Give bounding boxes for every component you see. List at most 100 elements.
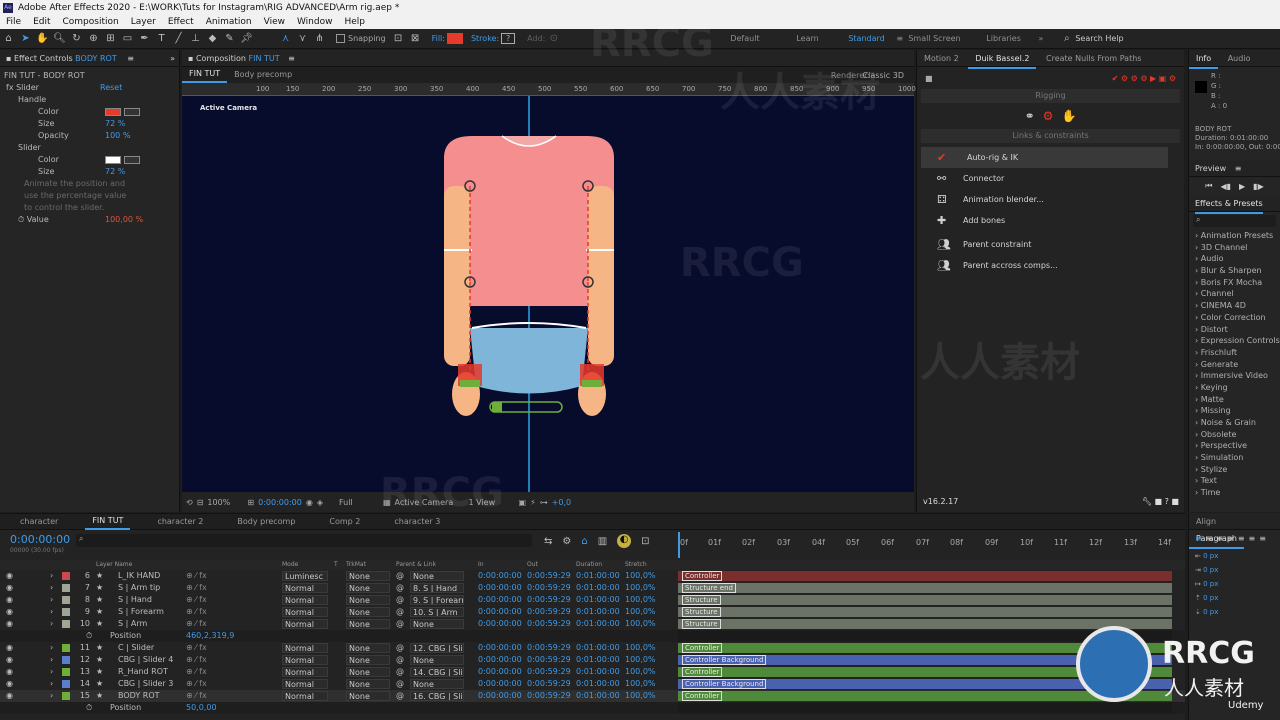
reset-link[interactable]: Reset xyxy=(100,82,122,94)
parent-dropdown[interactable]: 16. CBG | Slid xyxy=(410,691,464,701)
world-axis-icon[interactable]: ⋎ xyxy=(296,32,309,45)
effects-category[interactable]: › Immersive Video xyxy=(1189,370,1280,382)
effects-category[interactable]: › Blur & Sharpen xyxy=(1189,265,1280,277)
parent-dropdown[interactable]: 12. CBG | Slid xyxy=(410,643,464,653)
timecode-display[interactable]: 0:00:00:00 xyxy=(258,498,302,507)
in-point[interactable]: 0:00:00:00 xyxy=(478,654,522,666)
expand-twirl-icon[interactable]: › xyxy=(50,606,53,618)
mode-dropdown[interactable]: Normal xyxy=(282,619,328,629)
layer-duration-bar[interactable]: Structure xyxy=(678,595,1172,605)
layer-switches[interactable]: ⊕ ⁄ fx xyxy=(186,594,207,606)
pickwhip-icon[interactable]: @ xyxy=(396,678,404,690)
effects-category[interactable]: › Audio xyxy=(1189,253,1280,265)
tab-body-precomp[interactable]: Body precomp xyxy=(230,515,302,529)
align-center-icon[interactable]: ≡ xyxy=(1206,534,1213,543)
duration[interactable]: 0:01:00:00 xyxy=(576,690,620,702)
flowchart-icon[interactable]: ⊶ xyxy=(540,498,548,507)
camera-tool-icon[interactable]: ⊕ xyxy=(87,32,100,45)
out-point[interactable]: 0:00:59:29 xyxy=(527,606,571,618)
tab-effects-presets[interactable]: Effects & Presets xyxy=(1195,195,1263,214)
layer-duration-bar[interactable]: Structure xyxy=(678,619,1172,629)
expand-twirl-icon[interactable]: › xyxy=(50,582,53,594)
stretch[interactable]: 100,0% xyxy=(625,642,656,654)
comp-menu-icon[interactable]: ≡ xyxy=(288,54,295,63)
col-parent[interactable]: Parent & Link xyxy=(396,560,436,570)
home-icon[interactable]: ⌂ xyxy=(2,32,15,45)
mode-dropdown[interactable]: Luminesc xyxy=(282,571,328,581)
visibility-eye-icon[interactable]: ◉ xyxy=(6,606,13,618)
effects-category[interactable]: › Keying xyxy=(1189,382,1280,394)
next-frame-icon[interactable]: ▮▶ xyxy=(1253,182,1264,191)
toggle-pixel-icon[interactable]: ▣ xyxy=(519,498,527,507)
property-row[interactable]: ⏱ Position 460,2,319,9 xyxy=(0,630,1185,642)
indent-first-row[interactable]: ↦ 0 px xyxy=(1195,577,1274,591)
trkmat-dropdown[interactable]: None xyxy=(346,643,390,653)
eraser-tool-icon[interactable]: ◆ xyxy=(206,32,219,45)
lock-icon[interactable]: ▪ xyxy=(6,54,14,63)
layer-row[interactable]: ◉ › 14 ★ CBG | Slider 3 ⊕ ⁄ fx Normal None @ None… xyxy=(0,678,1185,690)
playhead[interactable] xyxy=(678,532,680,558)
effects-category[interactable]: › Perspective xyxy=(1189,440,1280,452)
effects-category[interactable]: › Text xyxy=(1189,475,1280,487)
pickwhip-icon[interactable]: @ xyxy=(396,618,404,630)
col-stretch[interactable]: Stretch xyxy=(625,560,647,570)
menu-help[interactable]: Help xyxy=(338,16,371,29)
parent-dropdown[interactable]: None xyxy=(410,619,464,629)
menu-layer[interactable]: Layer xyxy=(125,16,162,29)
effects-category[interactable]: › Noise & Grain xyxy=(1189,417,1280,429)
pickwhip-icon[interactable]: @ xyxy=(396,642,404,654)
out-point[interactable]: 0:00:59:29 xyxy=(527,594,571,606)
layer-row[interactable]: ◉ › 8 ★ S | Hand ⊕ ⁄ fx Normal None @9. S | Fore… xyxy=(0,594,1185,606)
handle-opacity-value[interactable]: 100 % xyxy=(105,130,130,142)
graph-editor-icon[interactable]: ⊡ xyxy=(641,536,649,547)
mode-dropdown[interactable]: Normal xyxy=(282,583,328,593)
effects-category[interactable]: › Obsolete xyxy=(1189,429,1280,441)
layer-name[interactable]: CBG | Slider 4 xyxy=(118,654,173,666)
col-t[interactable]: T xyxy=(334,560,338,570)
effects-category[interactable]: › Generate xyxy=(1189,359,1280,371)
effects-search-input[interactable]: ⌕ xyxy=(1193,215,1276,227)
duration[interactable]: 0:01:00:00 xyxy=(576,606,620,618)
visibility-eye-icon[interactable]: ◉ xyxy=(6,570,13,582)
keyframe-track[interactable] xyxy=(678,703,1172,713)
comp-flowchart-icon[interactable]: ⇆ xyxy=(544,536,552,547)
mode-dropdown[interactable]: Normal xyxy=(282,667,328,677)
visibility-eye-icon[interactable]: ◉ xyxy=(6,642,13,654)
stroke-color-swatch[interactable]: ? xyxy=(501,33,516,44)
layer-label-color[interactable] xyxy=(62,656,70,664)
slider-eyedropper-icon[interactable] xyxy=(124,156,140,164)
puppet-pin-tool-icon[interactable]: 📌︎ xyxy=(240,32,253,45)
parent-dropdown[interactable]: 10. S | Arm xyxy=(410,607,464,617)
visibility-eye-icon[interactable]: ◉ xyxy=(6,654,13,666)
menu-effect[interactable]: Effect xyxy=(162,16,200,29)
fill-color-swatch[interactable] xyxy=(446,33,463,44)
more-workspaces-icon[interactable]: » xyxy=(1038,34,1052,43)
play-icon[interactable]: ▶ xyxy=(1239,182,1245,191)
renderer-value[interactable]: Classic 3D xyxy=(863,71,904,80)
stretch[interactable]: 100,0% xyxy=(625,606,656,618)
out-point[interactable]: 0:00:59:29 xyxy=(527,666,571,678)
stretch[interactable]: 100,0% xyxy=(625,570,656,582)
snap-feature-icon[interactable]: ⊠ xyxy=(409,32,422,45)
grid-icon[interactable]: ⊞ xyxy=(247,498,254,507)
layer-label-color[interactable] xyxy=(62,668,70,676)
motion-blur-icon[interactable]: ◐ xyxy=(617,534,632,548)
tab-duik-bassel[interactable]: Duik Bassel.2 xyxy=(968,50,1037,69)
layer-name[interactable]: S | Arm tip xyxy=(118,582,160,594)
workspace-menu-icon[interactable]: ≡ xyxy=(896,34,908,43)
space-after-row[interactable]: ⇣ 0 px xyxy=(1195,605,1274,619)
stopwatch-icon[interactable]: ⏱ xyxy=(86,630,92,642)
mode-dropdown[interactable]: Normal xyxy=(282,595,328,605)
trkmat-dropdown[interactable]: None xyxy=(346,667,390,677)
handle-color-swatch[interactable] xyxy=(105,108,121,116)
pickwhip-icon[interactable]: @ xyxy=(396,690,404,702)
view-axis-icon[interactable]: ⋔ xyxy=(313,32,326,45)
layer-duration-bar[interactable]: Structure end xyxy=(678,583,1172,593)
col-in[interactable]: In xyxy=(478,560,484,570)
layer-duration-bar[interactable]: Controller xyxy=(678,571,1172,581)
visibility-eye-icon[interactable]: ◉ xyxy=(6,666,13,678)
visibility-eye-icon[interactable]: ◉ xyxy=(6,582,13,594)
add-shape-icon[interactable]: ⊙ xyxy=(547,32,560,45)
expand-twirl-icon[interactable]: › xyxy=(50,678,53,690)
camera-dropdown[interactable]: Active Camera xyxy=(395,498,465,507)
